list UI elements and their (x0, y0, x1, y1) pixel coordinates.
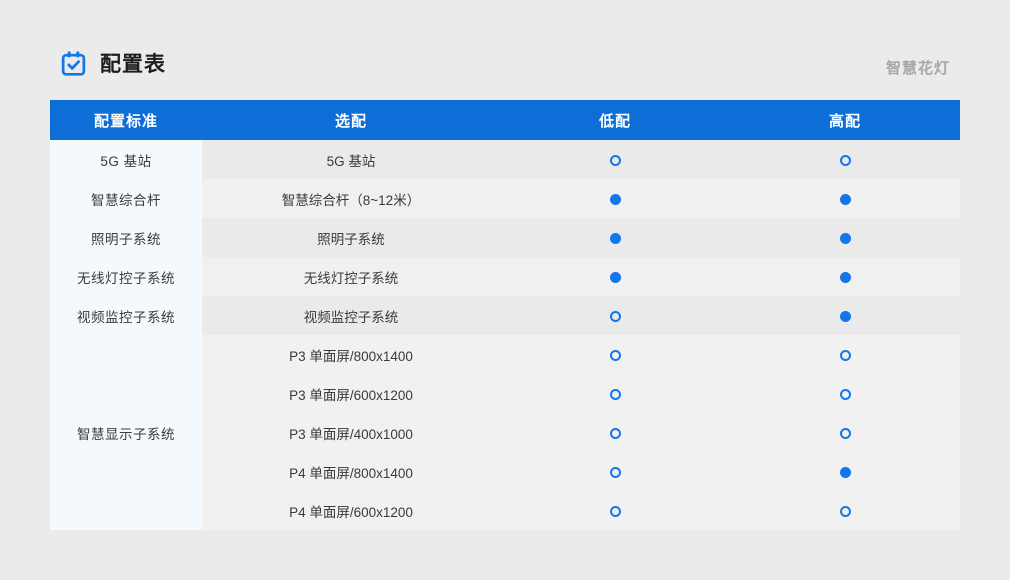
high-config-cell (730, 179, 960, 218)
table-row: 智慧显示子系统 P3 单面屏/800x1400 (50, 335, 960, 374)
high-config-cell (730, 491, 960, 530)
category-cell: 5G 基站 (50, 140, 202, 179)
high-config-dot (840, 233, 851, 244)
low-config-dot (610, 350, 621, 361)
high-config-cell (730, 335, 960, 374)
table-row: 照明子系统 照明子系统 (50, 218, 960, 257)
option-cell: P4 单面屏/800x1400 (202, 452, 500, 491)
table-header-row: 配置标准 选配 低配 高配 (50, 100, 960, 140)
high-config-cell (730, 218, 960, 257)
low-config-cell (500, 257, 730, 296)
table-row: 智慧综合杆 智慧综合杆（8~12米） (50, 179, 960, 218)
config-table: 配置标准 选配 低配 高配 5G 基站 5G 基站 智慧综合杆 智慧综合杆（8~… (50, 100, 960, 530)
high-config-dot (840, 350, 851, 361)
high-config-cell (730, 413, 960, 452)
low-config-cell (500, 335, 730, 374)
high-config-cell (730, 374, 960, 413)
high-config-dot (840, 311, 851, 322)
high-config-dot (840, 389, 851, 400)
low-config-dot (610, 311, 621, 322)
option-cell: 视频监控子系统 (202, 296, 500, 335)
table-row: 5G 基站 5G 基站 (50, 140, 960, 179)
category-cell: 无线灯控子系统 (50, 257, 202, 296)
low-config-cell (500, 452, 730, 491)
low-config-cell (500, 374, 730, 413)
option-cell: P4 单面屏/600x1200 (202, 491, 500, 530)
category-cell: 智慧综合杆 (50, 179, 202, 218)
high-config-dot (840, 272, 851, 283)
table-row: 视频监控子系统 视频监控子系统 (50, 296, 960, 335)
low-config-dot (610, 272, 621, 283)
option-cell: 智慧综合杆（8~12米） (202, 179, 500, 218)
column-header-standard: 配置标准 (50, 100, 202, 140)
low-config-dot (610, 194, 621, 205)
high-config-dot (840, 467, 851, 478)
category-cell-display-group: 智慧显示子系统 (50, 335, 202, 530)
calendar-check-icon (60, 50, 87, 77)
category-cell: 视频监控子系统 (50, 296, 202, 335)
low-config-cell (500, 413, 730, 452)
column-header-low: 低配 (500, 100, 730, 140)
low-config-dot (610, 428, 621, 439)
slide-canvas: 配置表 智慧花灯 配置标准 选配 低配 高配 5G 基站 5G 基站 智慧综合杆 (0, 0, 1010, 580)
column-header-high: 高配 (730, 100, 960, 140)
page-header: 配置表 (60, 48, 166, 78)
table-row: 无线灯控子系统 无线灯控子系统 (50, 257, 960, 296)
low-config-cell (500, 491, 730, 530)
option-cell: P3 单面屏/800x1400 (202, 335, 500, 374)
option-cell: 5G 基站 (202, 140, 500, 179)
page-title: 配置表 (100, 48, 166, 78)
option-cell: 照明子系统 (202, 218, 500, 257)
high-config-cell (730, 140, 960, 179)
option-cell: P3 单面屏/400x1000 (202, 413, 500, 452)
low-config-dot (610, 233, 621, 244)
low-config-dot (610, 467, 621, 478)
low-config-dot (610, 506, 621, 517)
low-config-cell (500, 140, 730, 179)
high-config-dot (840, 428, 851, 439)
high-config-cell (730, 452, 960, 491)
low-config-cell (500, 296, 730, 335)
low-config-dot (610, 389, 621, 400)
low-config-dot (610, 155, 621, 166)
option-cell: 无线灯控子系统 (202, 257, 500, 296)
low-config-cell (500, 179, 730, 218)
high-config-cell (730, 296, 960, 335)
high-config-dot (840, 155, 851, 166)
high-config-dot (840, 194, 851, 205)
high-config-dot (840, 506, 851, 517)
high-config-cell (730, 257, 960, 296)
option-cell: P3 单面屏/600x1200 (202, 374, 500, 413)
watermark-label: 智慧花灯 (886, 57, 950, 78)
low-config-cell (500, 218, 730, 257)
category-cell: 照明子系统 (50, 218, 202, 257)
column-header-option: 选配 (202, 100, 500, 140)
